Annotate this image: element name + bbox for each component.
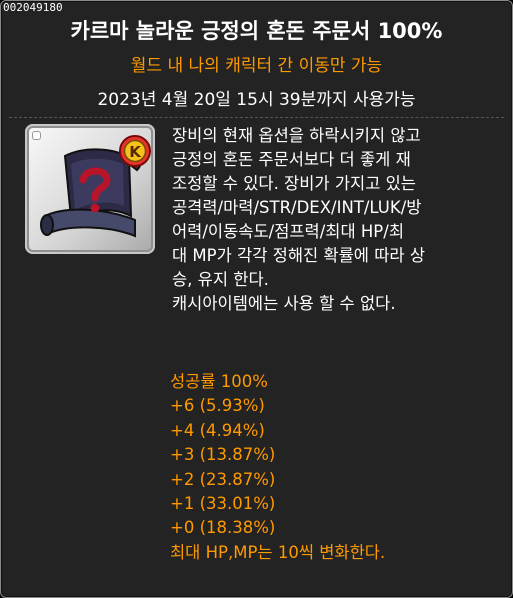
chance-row: +0 (18.38%) <box>170 518 276 538</box>
description-line: 승, 유지 한다. <box>172 270 269 289</box>
chance-row: +1 (33.01%) <box>170 494 276 514</box>
description-line: 캐시아이템에는 사용 할 수 없다. <box>172 294 396 313</box>
item-icon-frame: K <box>25 124 155 254</box>
success-rate: 성공률 100% <box>170 372 268 391</box>
divider <box>9 117 504 118</box>
description-line: 조정할 수 있다. 장비가 가지고 있는 <box>172 174 416 193</box>
description-line: 어력/이동속도/점프력/최대 HP/최 <box>172 222 404 241</box>
description-line: 대 MP가 각각 정해진 확률에 따라 상 <box>172 246 425 265</box>
chaos-scroll-icon: K <box>40 135 151 238</box>
item-description: 장비의 현재 옵션을 하락시키지 않고 긍정의 혼돈 주문서보다 더 좋게 재 … <box>172 124 502 316</box>
chance-row: +2 (23.87%) <box>170 469 276 489</box>
expiry-date: 2023년 4월 20일 15시 39분까지 사용가능 <box>97 90 416 110</box>
badge-letter: K <box>129 143 142 161</box>
description-line: 장비의 현재 옵션을 하락시키지 않고 <box>172 126 421 145</box>
item-id: 002049180 <box>3 1 63 14</box>
stat-note: 최대 HP,MP는 10씩 변화한다. <box>170 542 386 562</box>
item-name: 카르마 놀라운 긍정의 혼돈 주문서 100% <box>70 19 443 43</box>
chance-row: +6 (5.93%) <box>170 396 265 416</box>
item-tooltip: 002049180 카르마 놀라운 긍정의 혼돈 주문서 100% 월드 내 나… <box>0 0 513 598</box>
chance-row: +4 (4.94%) <box>170 420 265 440</box>
chance-row: +3 (13.87%) <box>170 445 276 465</box>
description-line: 긍정의 혼돈 주문서보다 더 좋게 재 <box>172 150 411 169</box>
trade-restriction: 월드 내 나의 캐릭터 간 이동만 가능 <box>130 56 383 76</box>
scroll-stats: 성공률 100% +6 (5.93%) +4 (4.94%) +3 (13.87… <box>170 370 385 565</box>
description-line: 공격력/마력/STR/DEX/INT/LUK/방 <box>172 198 422 217</box>
